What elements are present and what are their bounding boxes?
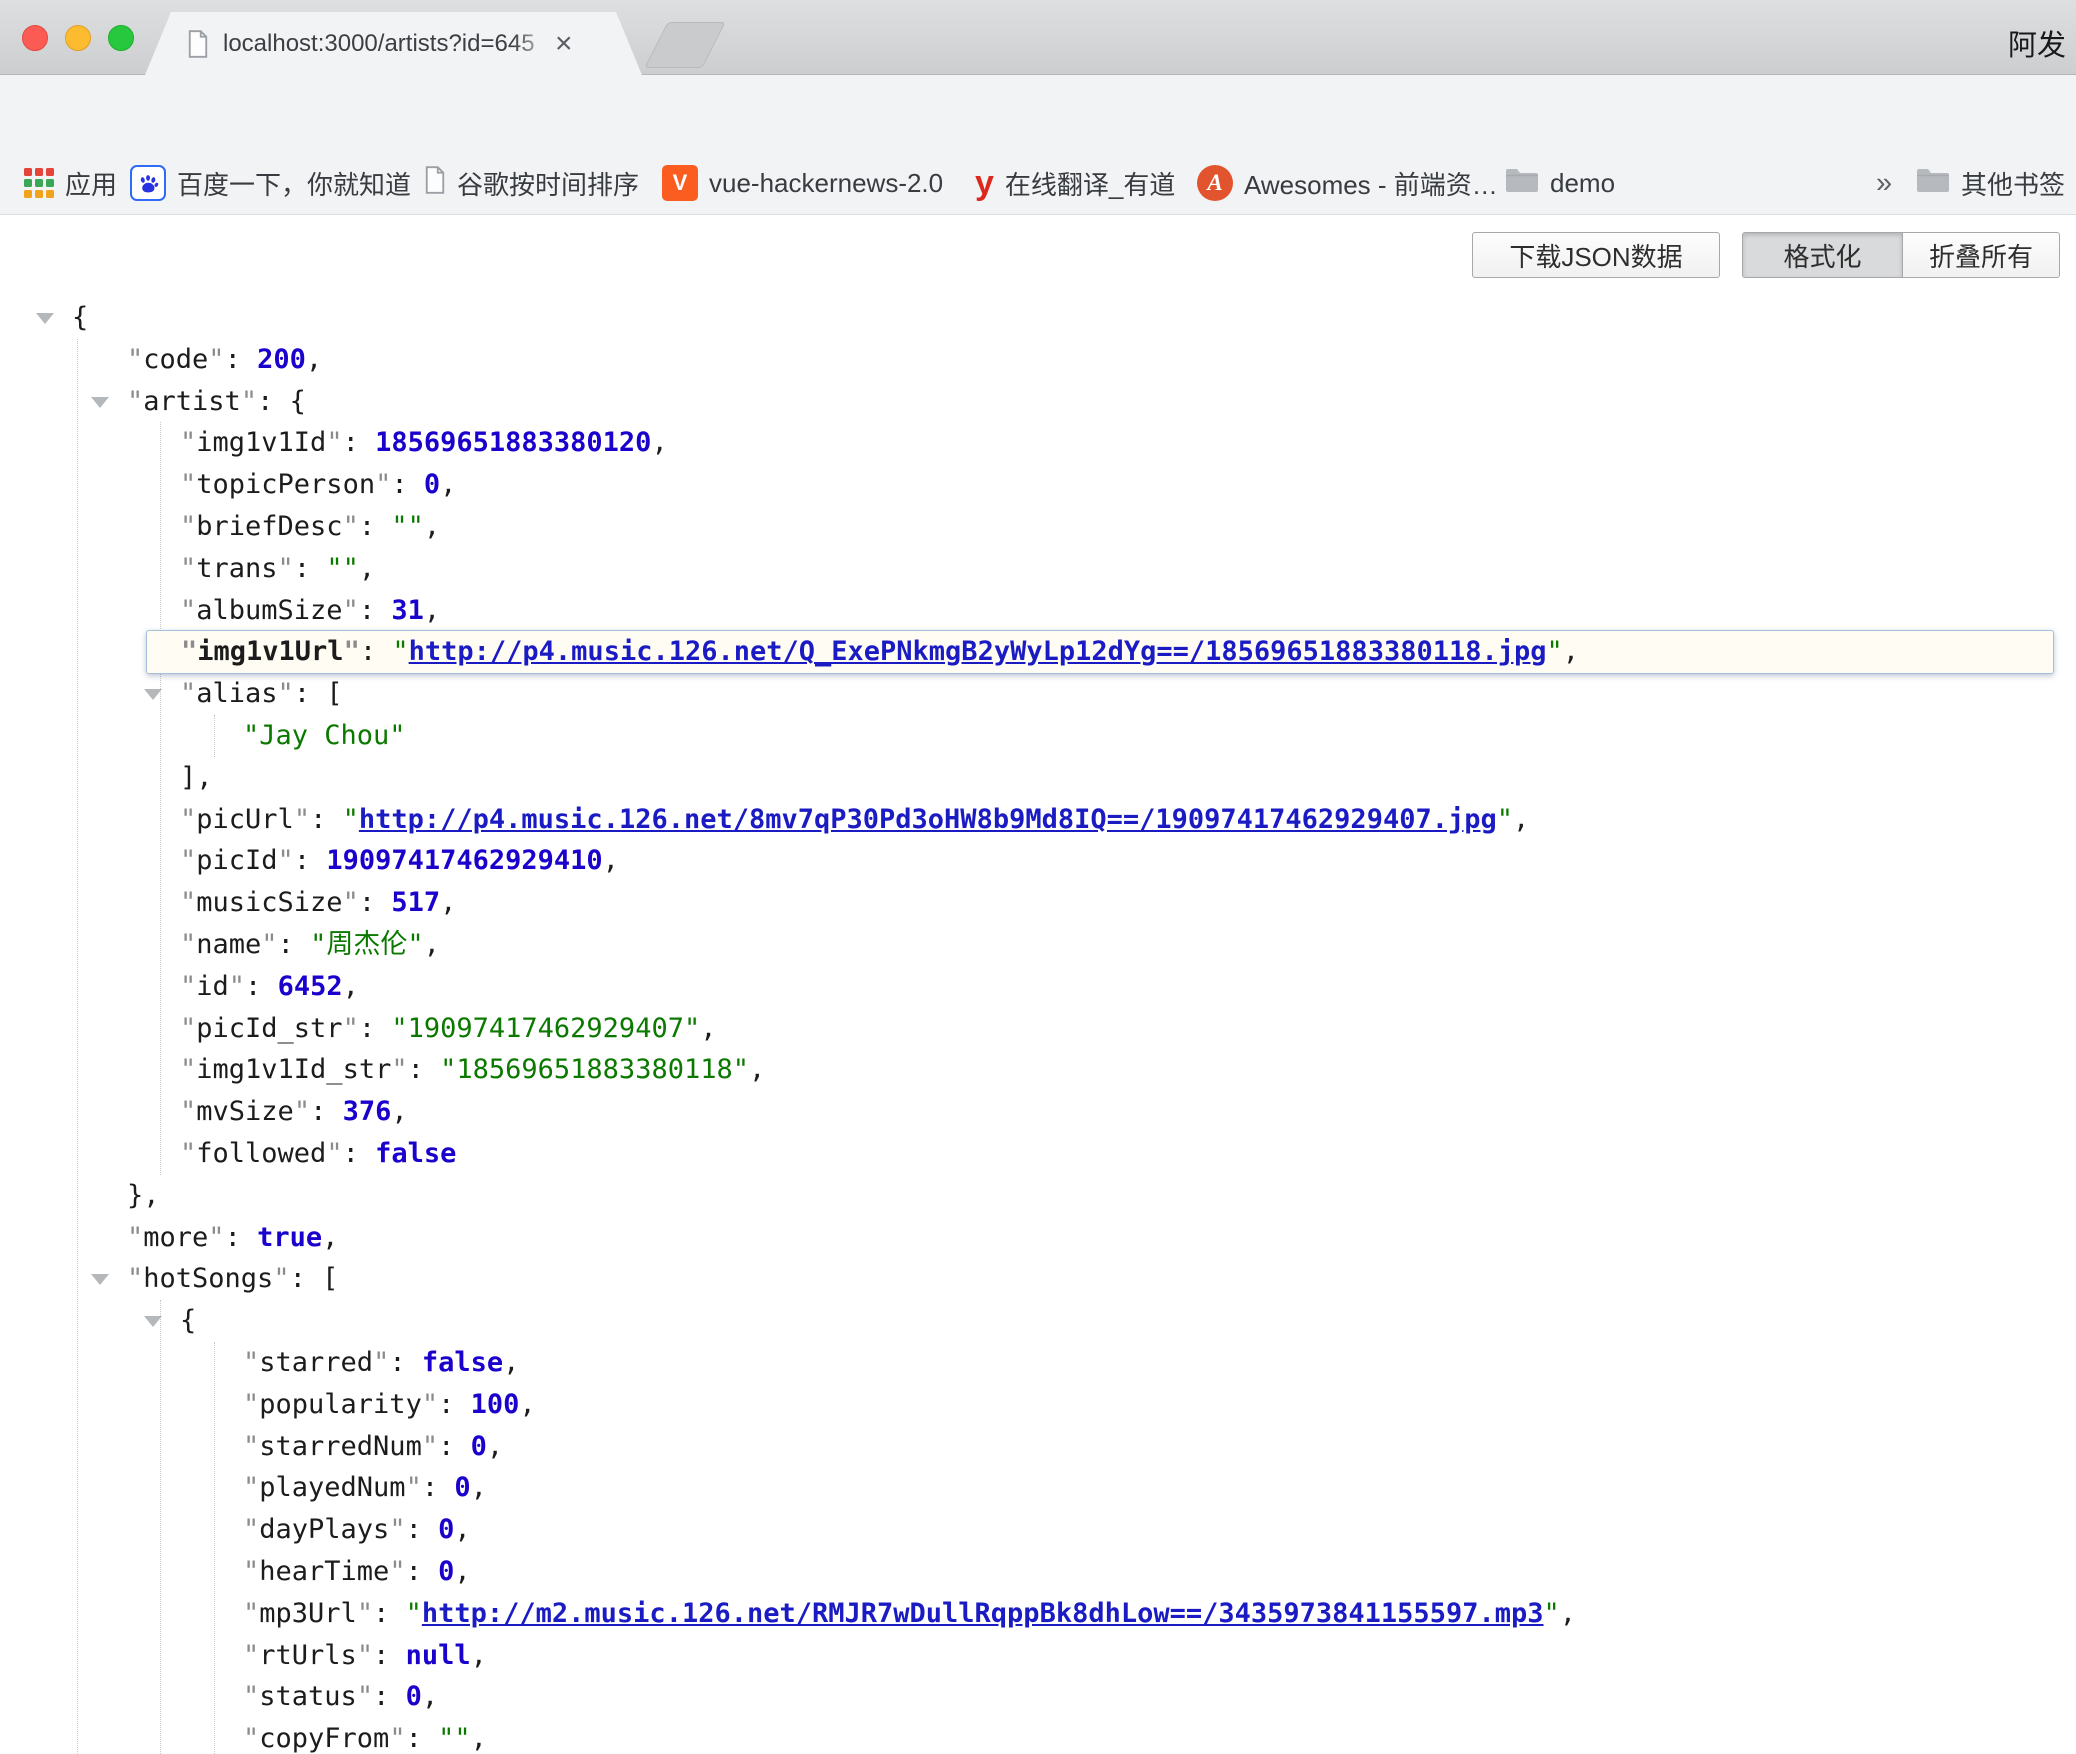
vue-icon: V [662,165,698,201]
json-row-rtUrls: "rtUrls": null, [0,1635,2076,1677]
json-row-hotSongs: "hotSongs": [ [0,1258,2076,1300]
json-row-topicPerson: "topicPerson": 0, [0,464,2076,506]
tab-title: localhost:3000/artists?id=645 [223,30,553,58]
youdao-icon: y [975,168,994,198]
json-row-albumSize: "albumSize": 31, [0,590,2076,632]
json-row-img1v1Url: "img1v1Url": "http://p4.music.126.net/Q_… [146,630,2054,674]
tab-strip: localhost:3000/artists?id=645 × 阿发 [0,0,2076,75]
bookmark-label: 在线翻译_有道 [1005,165,1175,202]
json-row-mvSize: "mvSize": 376, [0,1091,2076,1133]
json-row-img1v1Id_str: "img1v1Id_str": "18569651883380118", [0,1049,2076,1091]
minimize-window-button[interactable] [65,25,91,51]
tab-close-icon[interactable]: × [555,29,573,59]
json-row-mp3Url: "mp3Url": "http://m2.music.126.net/RMJR7… [0,1593,2076,1635]
bookmark-label: demo [1550,168,1615,199]
json-tree: {"code": 200,"artist": {"img1v1Id": 1856… [0,297,2076,1754]
bookmark-awesomes[interactable]: A Awesomes - 前端资… [1197,152,1498,214]
apps-grid-icon [24,168,54,198]
collapse-all-button[interactable]: 折叠所有 [1902,232,2060,278]
json-row-picId_str: "picId_str": "19097417462929407", [0,1008,2076,1050]
page-content: 下载JSON数据 格式化 折叠所有 {"code": 200,"artist":… [0,215,2076,1754]
bookmark-baidu[interactable]: 百度一下，你就知道 [130,152,411,214]
bookmark-label: Awesomes - 前端资… [1244,165,1498,202]
json-row-playedNum: "playedNum": 0, [0,1467,2076,1509]
bookmark-label: 谷歌按时间排序 [457,165,639,202]
bookmark-vue-hackernews[interactable]: V vue-hackernews-2.0 [662,152,943,214]
close-window-button[interactable] [22,25,48,51]
collapse-arrow-icon[interactable] [144,689,162,700]
browser-window: { "window": { "profile_name": "阿发" }, "t… [0,0,2076,1754]
json-row-more: "more": true, [0,1217,2076,1259]
other-bookmarks-folder[interactable]: 其他书签 [1916,152,2065,214]
json-row-trans: "trans": "", [0,548,2076,590]
profile-name[interactable]: 阿发 [2008,22,2066,64]
format-button[interactable]: 格式化 [1742,232,1902,278]
json-row-artist: "artist": { [0,381,2076,423]
json-row-hearTime: "hearTime": 0, [0,1551,2076,1593]
toolbar: localhost:3000/artists?id=6452 V en 英 FE… [0,75,2076,152]
json-row-followed: "followed": false [0,1133,2076,1175]
json-row: { [0,1300,2076,1342]
json-row-id: "id": 6452, [0,966,2076,1008]
bookmark-demo-folder[interactable]: demo [1505,152,1615,214]
bookmark-apps[interactable]: 应用 [24,152,117,214]
collapse-arrow-icon[interactable] [91,397,109,408]
json-row-briefDesc: "briefDesc": "", [0,506,2076,548]
folder-icon [1505,166,1539,201]
json-row: "Jay Chou" [0,715,2076,757]
json-row-starred: "starred": false, [0,1342,2076,1384]
collapse-arrow-icon[interactable] [144,1316,162,1327]
bookmarks-bar: 应用 百度一下，你就知道 谷歌按时间排序 V vue-hackernews-2.… [0,152,2076,215]
json-row-name: "name": "周杰伦", [0,924,2076,966]
folder-icon [1916,166,1950,201]
json-row-picId: "picId": 19097417462929410, [0,840,2076,882]
json-row-picUrl: "picUrl": "http://p4.music.126.net/8mv7q… [0,799,2076,841]
bookmark-youdao[interactable]: y 在线翻译_有道 [975,152,1175,214]
json-url-link[interactable]: http://p4.music.126.net/Q_ExePNkmgB2yWyL… [409,636,1547,667]
json-row-starredNum: "starredNum": 0, [0,1426,2076,1468]
json-url-link[interactable]: http://m2.music.126.net/RMJR7wDullRqppBk… [422,1598,1544,1629]
bookmark-label: 其他书签 [1961,165,2065,202]
download-json-button[interactable]: 下载JSON数据 [1472,232,1720,278]
browser-tab[interactable]: localhost:3000/artists?id=645 × [145,12,642,75]
new-tab-button[interactable] [644,22,725,68]
json-row-popularity: "popularity": 100, [0,1384,2076,1426]
page-document-icon [187,30,209,58]
bookmark-label: 百度一下，你就知道 [177,165,411,202]
document-icon [424,166,446,201]
json-row-code: "code": 200, [0,339,2076,381]
bookmark-label: vue-hackernews-2.0 [709,168,943,199]
bookmarks-overflow-chevron[interactable]: » [1876,152,1892,214]
json-row: }, [0,1175,2076,1217]
json-row: ], [0,757,2076,799]
json-row-dayPlays: "dayPlays": 0, [0,1509,2076,1551]
collapse-arrow-icon[interactable] [91,1274,109,1285]
fullscreen-window-button[interactable] [108,25,134,51]
json-row-img1v1Id: "img1v1Id": 18569651883380120, [0,422,2076,464]
bookmark-label: 应用 [65,165,117,202]
json-row-copyFrom: "copyFrom": "", [0,1718,2076,1754]
collapse-arrow-icon[interactable] [36,313,54,324]
json-row-status: "status": 0, [0,1676,2076,1718]
json-row-musicSize: "musicSize": 517, [0,882,2076,924]
json-row: { [0,297,2076,339]
view-mode-group: 格式化 折叠所有 [1742,232,2060,278]
json-url-link[interactable]: http://p4.music.126.net/8mv7qP30Pd3oHW8b… [359,804,1497,835]
json-row-alias: "alias": [ [0,673,2076,715]
baidu-paw-icon [130,165,166,201]
awesomes-icon: A [1197,165,1233,201]
bookmark-google-sort[interactable]: 谷歌按时间排序 [424,152,639,214]
window-controls [22,25,134,51]
